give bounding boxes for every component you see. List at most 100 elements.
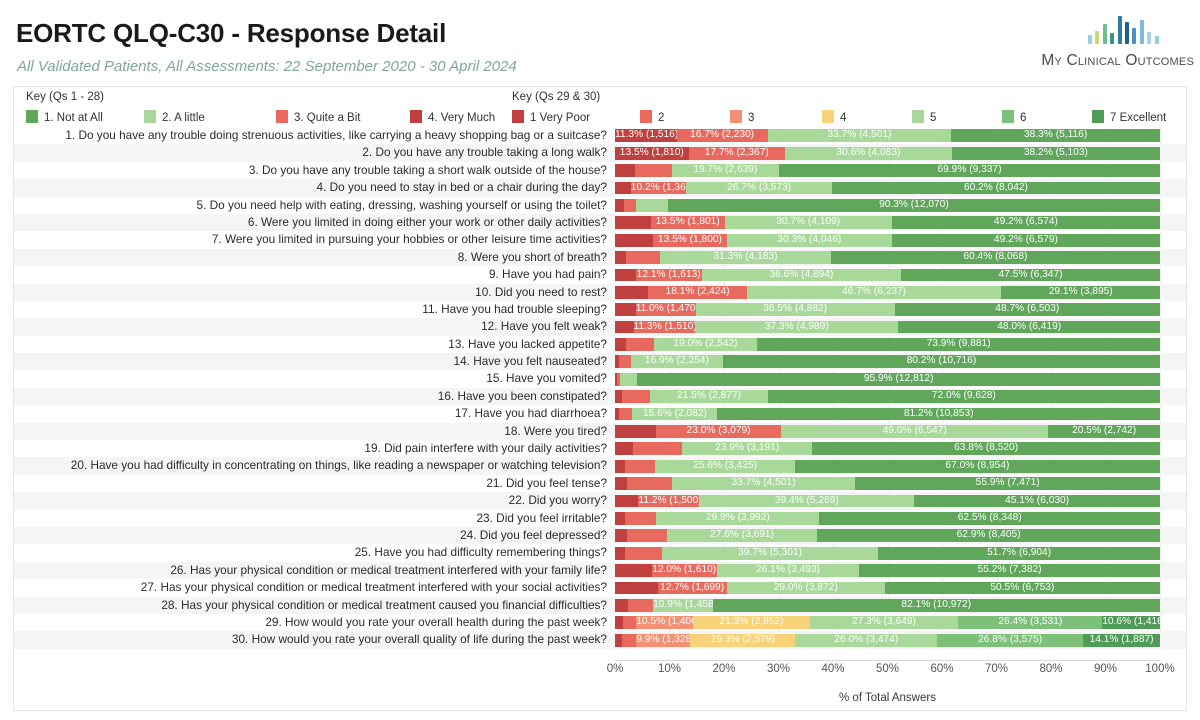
legend-item-4pt-2[interactable]: 2. A little <box>144 108 205 124</box>
bar-segment[interactable] <box>615 251 627 264</box>
bar-segment[interactable]: 55.2% (7,382) <box>859 564 1160 577</box>
bar-segment[interactable]: 38.3% (5,116) <box>951 129 1160 143</box>
bar-segment[interactable] <box>624 511 657 525</box>
bar-segment[interactable] <box>626 477 672 490</box>
chart-row[interactable]: 18. Were you tired? 23.0% (3,079) 49.0% (6… <box>14 422 1186 441</box>
bar-segment[interactable]: 11.3% (1,516) <box>615 129 677 143</box>
bar-segment[interactable]: 37.3% (4,989) <box>695 320 899 334</box>
bar-segment[interactable] <box>615 598 629 612</box>
chart-row[interactable]: 24. Did you feel depressed? 27.6% (3,691)… <box>14 526 1186 545</box>
bar-segment[interactable]: 12.0% (1,610) <box>651 564 717 577</box>
bar-segment[interactable]: 25.6% (3,425) <box>655 459 795 473</box>
bar-segment[interactable] <box>615 564 652 577</box>
bar-segment[interactable]: 90.3% (12,070) <box>667 198 1160 212</box>
bar-segment[interactable]: 82.1% (10,972) <box>712 598 1160 612</box>
bar-segment[interactable]: 39.4% (5,269) <box>699 494 915 508</box>
bar-segment[interactable] <box>615 633 623 647</box>
legend-item-7pt-2[interactable]: 2 <box>640 108 664 124</box>
bar-segment[interactable] <box>615 233 654 247</box>
legend-item-7pt-5[interactable]: 5 <box>912 108 936 124</box>
bar-segment[interactable] <box>615 581 658 595</box>
bar-segment[interactable] <box>615 616 623 630</box>
chart-row[interactable]: 17. Have you had diarrhoea? 15.6% (2,082)… <box>14 405 1186 422</box>
chart-row[interactable]: 10. Did you need to rest? 18.1% (2,424) 46… <box>14 283 1186 301</box>
chart-row[interactable]: 13. Have you lacked appetite? 19.0% (2,54… <box>14 336 1186 353</box>
bar-segment[interactable]: 17.7% (2,367) <box>688 146 786 160</box>
bar-segment[interactable]: 60.2% (8,042) <box>831 181 1160 195</box>
bar-segment[interactable]: 26.0% (3,474) <box>795 633 938 647</box>
bar-segment[interactable]: 11.3% (1,510) <box>633 320 696 334</box>
chart-row[interactable]: 15. Have you vomited? 95.9% (12,812) <box>14 370 1186 387</box>
legend-item-7pt-1[interactable]: 1 Very Poor <box>512 108 590 124</box>
bar-segment[interactable]: 30.3% (4,046) <box>726 233 892 247</box>
bar-segment[interactable] <box>628 598 654 612</box>
chart-row[interactable]: 26. Has your physical condition or medic… <box>14 561 1186 580</box>
bar-segment[interactable]: 12.7% (1,699) <box>657 581 727 595</box>
bar-segment[interactable]: 20.5% (2,742) <box>1048 425 1160 438</box>
bar-segment[interactable] <box>615 320 634 334</box>
bar-segment[interactable]: 26.8% (3,575) <box>937 633 1084 647</box>
bar-segment[interactable]: 27.3% (3,649) <box>809 616 959 630</box>
bar-segment[interactable]: 51.7% (6,904) <box>878 546 1160 560</box>
chart-row[interactable]: 20. Have you had difficulty in concentra… <box>14 457 1186 475</box>
bar-segment[interactable]: 11.0% (1,470) <box>635 303 696 317</box>
bar-segment[interactable]: 46.7% (6,237) <box>746 285 1002 299</box>
bar-segment[interactable] <box>622 390 651 404</box>
legend-item-7pt-6[interactable]: 6 <box>1002 108 1026 124</box>
chart-row[interactable]: 6. Were you limited in doing either your… <box>14 213 1186 232</box>
bar-segment[interactable]: 47.5% (6,347) <box>901 268 1160 282</box>
bar-segment[interactable] <box>632 442 683 456</box>
bar-segment[interactable] <box>619 407 633 421</box>
bar-segment[interactable]: 36.5% (4,882) <box>695 303 895 317</box>
bar-segment[interactable]: 63.8% (8,520) <box>812 442 1160 456</box>
bar-segment[interactable] <box>625 338 654 351</box>
bar-segment[interactable]: 38.2% (5,103) <box>951 146 1160 160</box>
bar-segment[interactable] <box>622 616 637 630</box>
chart-row[interactable]: 14. Have you felt nauseated? 16.9% (2,254… <box>14 353 1186 371</box>
legend-item-4pt-1[interactable]: 1. Not at All <box>26 108 103 124</box>
bar-segment[interactable]: 10.2% (1,365) <box>630 181 687 195</box>
bar-segment[interactable] <box>615 303 636 317</box>
bar-segment[interactable] <box>615 546 626 560</box>
bar-segment[interactable] <box>615 425 656 438</box>
chart-row[interactable]: 23. Did you feel irritable? 29.9% (3,992)… <box>14 510 1186 527</box>
legend-item-7pt-3[interactable]: 3 <box>730 108 754 124</box>
bar-segment[interactable]: 36.6% (4,894) <box>701 268 902 282</box>
bar-segment[interactable]: 21.3% (2,852) <box>693 616 810 630</box>
bar-segment[interactable]: 29.0% (3,872) <box>726 581 885 595</box>
bar-segment[interactable]: 15.6% (2,082) <box>632 407 718 421</box>
bar-segment[interactable]: 16.9% (2,254) <box>630 355 723 369</box>
bar-segment[interactable]: 48.0% (6,419) <box>898 320 1160 334</box>
bar-segment[interactable]: 19.3% (2,579) <box>690 633 796 647</box>
bar-segment[interactable] <box>615 268 636 282</box>
bar-segment[interactable]: 29.1% (3,895) <box>1001 285 1160 299</box>
bar-segment[interactable]: 9.9% (1,328) <box>636 633 691 647</box>
bar-segment[interactable]: 10.9% (1,458) <box>653 598 713 612</box>
bar-segment[interactable] <box>622 633 637 647</box>
bar-segment[interactable]: 27.6% (3,691) <box>666 529 818 543</box>
bar-segment[interactable]: 16.7% (2,230) <box>676 129 768 143</box>
chart-row[interactable]: 27. Has your physical condition or medic… <box>14 579 1186 596</box>
bar-segment[interactable]: 26.1% (3,493) <box>716 564 860 577</box>
chart-row[interactable]: 7. Were you limited in pursuing your hob… <box>14 231 1186 248</box>
legend-item-7pt-4[interactable]: 4 <box>822 108 846 124</box>
bar-segment[interactable]: 18.1% (2,424) <box>648 285 747 299</box>
chart-row[interactable]: 28. Has your physical condition or medic… <box>14 596 1186 614</box>
bar-segment[interactable] <box>615 459 626 473</box>
bar-segment[interactable]: 23.0% (3,079) <box>655 425 782 438</box>
bar-segment[interactable] <box>615 164 635 177</box>
bar-segment[interactable]: 95.9% (12,812) <box>637 372 1160 386</box>
bar-segment[interactable]: 19.7% (2,639) <box>671 164 780 177</box>
bar-segment[interactable]: 13.5% (1,810) <box>615 146 689 160</box>
bar-segment[interactable]: 50.5% (6,753) <box>884 581 1160 595</box>
bar-segment[interactable] <box>623 198 637 212</box>
bar-segment[interactable] <box>615 477 627 490</box>
bar-segment[interactable] <box>615 529 627 543</box>
bar-segment[interactable]: 45.1% (6,030) <box>914 494 1160 508</box>
legend-item-4pt-3[interactable]: 3. Quite a Bit <box>276 108 360 124</box>
chart-row[interactable]: 16. Have you been constipated? 21.5% (2,8… <box>14 387 1186 406</box>
bar-segment[interactable]: 33.7% (4,501) <box>671 477 856 490</box>
chart-row[interactable]: 19. Did pain interfere with your daily a… <box>14 440 1186 457</box>
bar-segment[interactable] <box>636 198 668 212</box>
bar-segment[interactable]: 80.2% (10,716) <box>722 355 1160 369</box>
